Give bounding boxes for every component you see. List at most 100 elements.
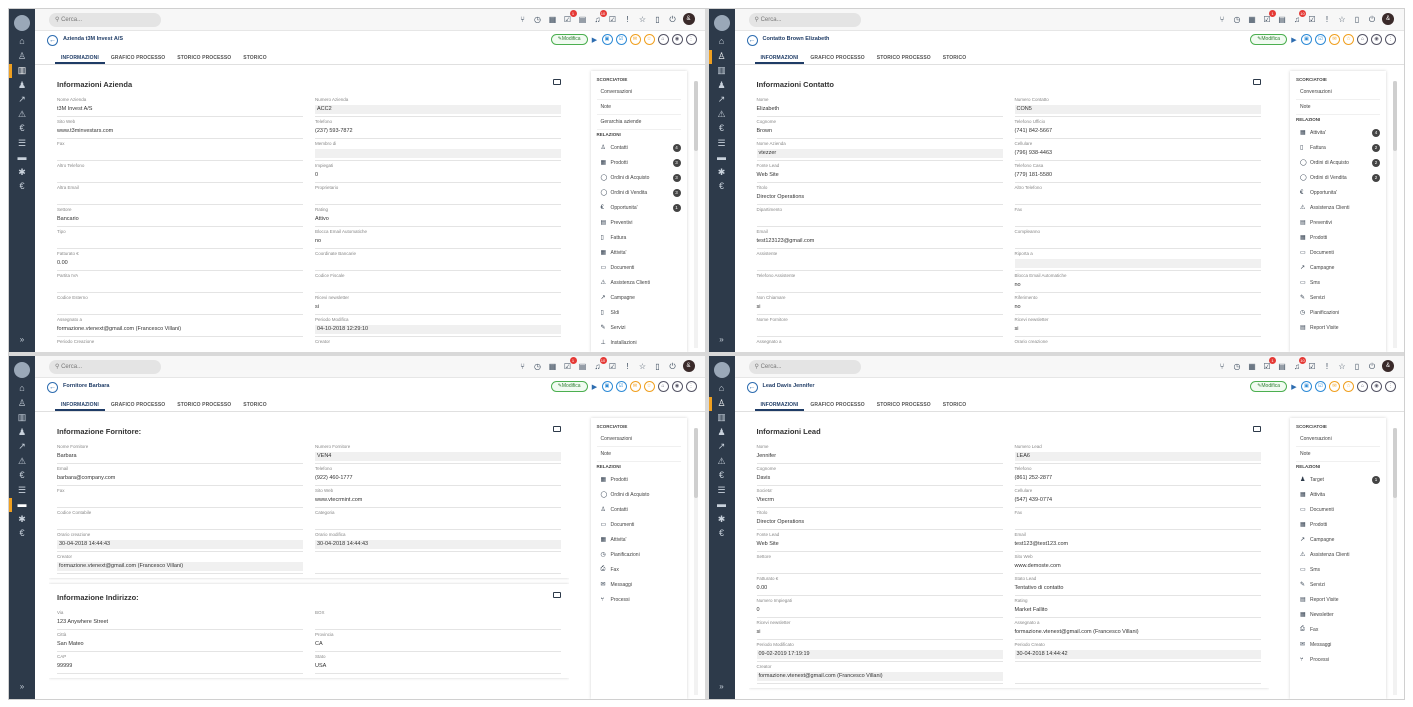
search-input[interactable]: ⚲ Cerca... (49, 13, 161, 27)
relation-item[interactable]: ◯ Ordini di Acquisto 2 (1296, 155, 1380, 170)
form-field[interactable]: Fonte Lead Web Site (756, 161, 1003, 183)
form-field[interactable]: Cognome Brown (756, 117, 1003, 139)
modify-button[interactable]: ✎Modifica (1250, 34, 1287, 45)
form-field[interactable]: Numero Azienda ACC2 (315, 95, 561, 117)
company-icon[interactable]: ▥ (14, 64, 30, 77)
monitor-icon[interactable] (553, 79, 561, 85)
form-field[interactable]: Orario creazione 30-04-2018 14:44:43 (57, 530, 303, 552)
monitor-icon[interactable] (553, 592, 561, 598)
search-input[interactable]: ⚲ Cerca... (748, 13, 861, 27)
form-field[interactable]: Numero Lead LEA6 (1014, 442, 1261, 464)
relation-item[interactable]: ↗ Campagne (1296, 260, 1380, 275)
form-field[interactable]: Altra Email (57, 183, 303, 205)
save-icon[interactable]: ▣ (601, 381, 613, 392)
save-icon[interactable]: ▣ (1301, 381, 1312, 392)
back-arrow-icon[interactable]: ← (746, 35, 758, 46)
task-icon[interactable]: ☑ 1 (563, 9, 577, 25)
lock-icon[interactable]: ⌂ (657, 381, 669, 392)
check-icon[interactable]: ☑ (1315, 381, 1326, 392)
folder-icon[interactable]: ▬ (714, 498, 730, 511)
tab-informazioni[interactable]: INFORMAZIONI (754, 51, 805, 64)
modify-button[interactable]: ✎Modifica (1250, 381, 1287, 392)
form-field[interactable]: Fonte Lead Web Site (756, 530, 1003, 552)
mail-icon[interactable]: ✉ (1329, 34, 1340, 45)
gear-icon[interactable]: ✱ (14, 166, 30, 179)
form-field[interactable]: Membro di (315, 139, 561, 161)
relation-item[interactable]: ▭ Sms (1296, 562, 1380, 577)
list-icon[interactable]: ☰ (14, 137, 30, 150)
relation-item[interactable]: ♙ Contatti 4 (597, 140, 681, 155)
shortcut-item[interactable]: Note (1296, 100, 1380, 115)
folder-icon[interactable]: ▬ (14, 151, 30, 164)
form-field[interactable]: Nome Azienda t3M Invest A/S (57, 95, 303, 117)
euro-icon[interactable]: € (714, 122, 730, 135)
shortcut-item[interactable]: Conversazioni (1296, 85, 1380, 100)
tab-grafico-processo[interactable]: GRAFICO PROCESSO (105, 398, 171, 411)
relation-item[interactable]: ⑂ Processi (1296, 652, 1380, 667)
view-icon[interactable]: ◉ (671, 34, 683, 45)
scrollbar-thumb[interactable] (693, 428, 698, 498)
list-icon[interactable]: ☰ (14, 484, 30, 497)
form-field[interactable]: Fatturato € 0.00 (756, 574, 1003, 596)
favorite-icon[interactable]: ☆ (643, 381, 655, 392)
back-arrow-icon[interactable]: ← (47, 382, 58, 393)
form-field[interactable]: Riporta a (1014, 249, 1261, 271)
folder-icon[interactable]: ▬ (14, 498, 30, 511)
warning-icon[interactable]: ⚠ (714, 108, 730, 121)
relation-item[interactable]: ◷ Pianificazioni (597, 547, 681, 562)
lock-icon[interactable]: ⌂ (1357, 381, 1368, 392)
gear-icon[interactable]: ✱ (14, 513, 30, 526)
tab-storico[interactable]: STORICO (237, 51, 272, 64)
form-field[interactable]: Email test123@test123.com (1014, 530, 1261, 552)
form-field[interactable]: Sito Web www.demoste.com (1014, 552, 1261, 574)
home-icon[interactable]: ⌂ (14, 35, 30, 48)
relation-item[interactable]: ▯ SIdi (597, 305, 681, 320)
form-field[interactable]: Email test123123@gmail.com (756, 227, 1003, 249)
form-field[interactable]: Stato USA (315, 652, 561, 674)
play-icon[interactable]: ▶ (1290, 383, 1298, 391)
check-icon[interactable]: ☑ (1315, 34, 1326, 45)
relation-item[interactable]: ⚠ Assistenza Clienti (597, 275, 681, 290)
form-field[interactable]: Cognome Davis (756, 464, 1003, 486)
form-field[interactable]: Riferimento no (1014, 293, 1261, 315)
mail-icon[interactable]: ✉ (1329, 381, 1340, 392)
calendar-icon[interactable]: ▦ (1247, 14, 1257, 25)
form-field[interactable]: Ricevi newsletter si (315, 293, 561, 315)
app-logo[interactable] (14, 15, 30, 31)
scrollbar-thumb[interactable] (1393, 428, 1397, 498)
shortcut-item[interactable]: Conversazioni (596, 85, 681, 100)
scrollbar[interactable] (1393, 428, 1397, 695)
form-field[interactable]: Proprietario (315, 183, 561, 205)
trend-icon[interactable]: ↗ (14, 440, 30, 453)
form-field[interactable]: Via 123 Anywhere Street (57, 608, 303, 630)
chat-icon[interactable]: ▤ (1277, 361, 1287, 372)
calendar-icon[interactable]: ▦ (548, 14, 558, 25)
form-field[interactable]: Rating Attivo (315, 205, 561, 227)
form-field[interactable]: Settore Bancario (57, 205, 303, 227)
mail-icon[interactable]: ✉ (629, 381, 641, 392)
form-field[interactable]: Ricevi newsletter si (1014, 315, 1261, 337)
relation-item[interactable]: ▦ Attivita (1296, 487, 1380, 502)
branch-icon[interactable]: ⑂ (518, 361, 528, 372)
relation-item[interactable]: ▤ Report Visite (1296, 592, 1380, 607)
shortcut-item[interactable]: Note (596, 100, 681, 115)
home-icon[interactable]: ⌂ (714, 35, 730, 48)
form-field[interactable]: Blocca Email Automatiche no (1014, 271, 1261, 293)
form-field[interactable]: Blocca Email Automatiche no (315, 227, 561, 249)
user-avatar[interactable]: & (682, 360, 695, 372)
euro-icon[interactable]: € (714, 180, 730, 193)
shortcut-item[interactable]: Note (1296, 447, 1380, 462)
branch-icon[interactable]: ⑂ (518, 14, 528, 25)
form-field[interactable]: Telefono Ufficio (741) 842-5667 (1014, 117, 1261, 139)
play-icon[interactable]: ▶ (591, 383, 599, 391)
monitor-icon[interactable] (553, 426, 561, 432)
relation-item[interactable]: ◷ Pianificazioni (1296, 305, 1380, 320)
shortcut-item[interactable]: Note (596, 447, 681, 462)
form-field[interactable]: Titolo Director Operations (756, 183, 1003, 205)
list-icon[interactable]: ☰ (714, 137, 730, 150)
euro-icon[interactable]: € (14, 180, 30, 193)
form-field[interactable]: Cellulare (796) 938-4463 (1014, 139, 1261, 161)
form-field[interactable]: Telefono Casa (779) 181-5580 (1014, 161, 1261, 183)
form-field[interactable] (1014, 662, 1261, 684)
relation-item[interactable]: € Opportunita' 1 (597, 200, 681, 215)
